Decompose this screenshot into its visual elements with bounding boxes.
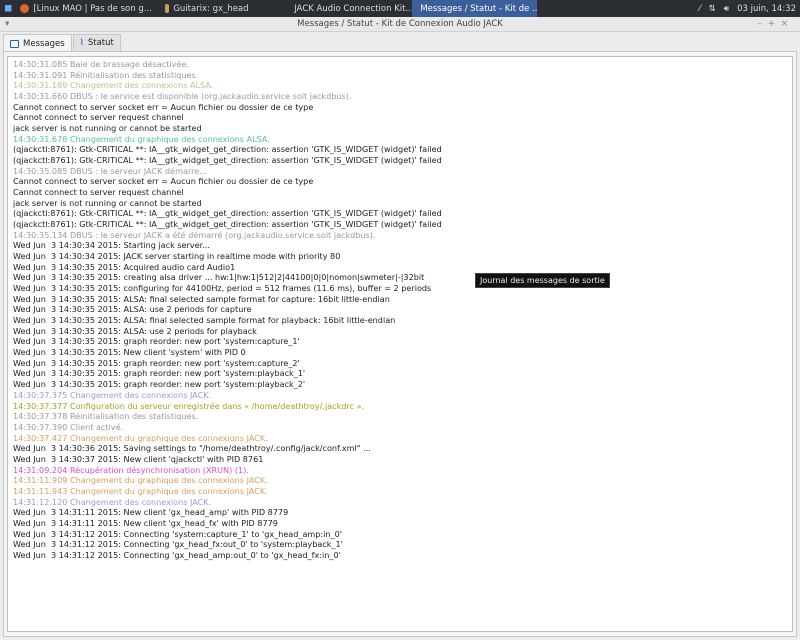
log-line: Wed Jun 3 14:30:34 2015: Starting jack s… xyxy=(13,240,210,251)
log-line: 14:30:31.189 Changement des connexions A… xyxy=(13,80,214,91)
log-line: 14:30:37.427 Changement du graphique des… xyxy=(13,432,268,443)
tab-messages[interactable]: Messages xyxy=(3,34,72,52)
waveform-icon: ⌇ xyxy=(79,38,84,48)
window-menu-icon[interactable]: ▾ xyxy=(5,17,9,32)
taskbar-item-label: Guitarix: gx_head xyxy=(173,3,249,14)
log-line: 14:30:37.375 Changement des connexions J… xyxy=(13,389,212,400)
firefox-icon xyxy=(20,4,30,13)
log-line: Cannot connect to server request channel xyxy=(13,187,184,198)
log-line: Wed Jun 3 14:30:35 2015: graph reorder: … xyxy=(13,336,300,347)
tab-bar: Messages ⌇ Statut xyxy=(3,34,122,52)
log-line: 14:30:37.378 Réinitialisation des statis… xyxy=(13,411,199,422)
jack-tray-icon[interactable]: ⁄ xyxy=(699,4,700,14)
taskbar: ◼ [Linux MAO | Pas de son g... Guitarix:… xyxy=(0,0,800,17)
messages-log[interactable]: 14:30:31.085 Baie de brassage désactivée… xyxy=(7,56,793,632)
taskbar-item-label: Messages / Statut - Kit de ... xyxy=(420,3,538,14)
log-line: 14:30:31.085 Baie de brassage désactivée… xyxy=(13,59,189,69)
taskbar-item-label: [Linux MAO | Pas de son g... xyxy=(33,3,152,14)
taskbar-item-qjackctl[interactable]: JACK Audio Connection Kit... xyxy=(286,0,412,17)
log-line: Wed Jun 3 14:31:12 2015: Connecting 'sys… xyxy=(13,528,342,539)
log-line: 14:30:31.678 Changement du graphique des… xyxy=(13,133,270,144)
log-line: Wed Jun 3 14:30:35 2015: ALSA: use 2 per… xyxy=(13,304,252,315)
log-line: Cannot connect to server request channel xyxy=(13,112,184,123)
maximize-icon[interactable]: + xyxy=(768,19,781,29)
taskbar-item-firefox[interactable]: [Linux MAO | Pas de son g... xyxy=(16,0,161,17)
log-line: Wed Jun 3 14:30:35 2015: ALSA: use 2 per… xyxy=(13,325,257,336)
log-line: 14:31:09.204 Récupération désynchronisat… xyxy=(13,464,249,475)
log-line: Wed Jun 3 14:30:34 2015: JACK server sta… xyxy=(13,251,341,262)
log-line: 14:31:11.909 Changement du graphique des… xyxy=(13,475,268,486)
log-line: (qjackctl:8761): Gtk-CRITICAL **: IA__gt… xyxy=(13,155,442,166)
log-line: Wed Jun 3 14:31:12 2015: Connecting 'gx_… xyxy=(13,539,343,550)
taskbar-item-guitarix[interactable]: Guitarix: gx_head xyxy=(161,0,281,17)
taskbar-item-label: JACK Audio Connection Kit... xyxy=(294,3,413,14)
tab-label: Messages xyxy=(23,38,65,49)
window-titlebar[interactable]: ▾ Messages / Statut - Kit de Connexion A… xyxy=(0,17,800,32)
log-line: Wed Jun 3 14:30:35 2015: ALSA: final sel… xyxy=(13,315,396,326)
log-line: (qjackctl:8761): Gtk-CRITICAL **: IA__gt… xyxy=(13,219,442,230)
tab-label: Statut xyxy=(87,38,114,48)
log-line: jack server is not running or cannot be … xyxy=(13,197,202,208)
volume-icon[interactable]: 🔊︎ xyxy=(724,4,729,14)
log-line: 14:30:31.091 Réinitialisation des statis… xyxy=(13,69,199,80)
log-line: jack server is not running or cannot be … xyxy=(13,123,202,134)
close-icon[interactable]: × xyxy=(781,19,794,29)
log-line: Cannot connect to server socket err = Au… xyxy=(13,101,314,112)
log-line: 14:30:37.377 Configuration du serveur en… xyxy=(13,400,365,411)
log-line: 14:31:11.943 Changement du graphique des… xyxy=(13,485,268,496)
log-line: Wed Jun 3 14:30:35 2015: ALSA: final sel… xyxy=(13,293,390,304)
log-line: Wed Jun 3 14:30:36 2015: Saving settings… xyxy=(13,443,371,454)
minimize-icon[interactable]: – xyxy=(758,19,768,29)
log-line: Wed Jun 3 14:30:35 2015: graph reorder: … xyxy=(13,368,306,379)
messages-tab-icon xyxy=(10,39,19,48)
log-line: 14:30:35.134 DBUS : le serveur JACK a ét… xyxy=(13,229,376,240)
tab-statut[interactable]: ⌇ Statut xyxy=(72,34,121,51)
clock[interactable]: 03 juin, 14:32 xyxy=(737,4,796,14)
log-line: Cannot connect to server socket err = Au… xyxy=(13,176,314,187)
log-line: 14:30:31.660 DBUS : le service est dispo… xyxy=(13,91,352,102)
log-line: 14:30:35.085 DBUS : le serveur JACK déma… xyxy=(13,165,207,176)
log-line: Wed Jun 3 14:31:11 2015: New client 'gx_… xyxy=(13,507,289,518)
network-icon[interactable]: ⇅ xyxy=(709,4,716,14)
log-line: Wed Jun 3 14:31:12 2015: Connecting 'gx_… xyxy=(13,549,341,560)
log-line: 14:30:37.390 Client activé. xyxy=(13,421,124,432)
log-line: Wed Jun 3 14:30:35 2015: graph reorder: … xyxy=(13,357,300,368)
log-line: (qjackctl:8761): Gtk-CRITICAL **: IA__gt… xyxy=(13,208,442,219)
log-line: (qjackctl:8761): Gtk-CRITICAL **: IA__gt… xyxy=(13,144,442,155)
taskbar-item-messages[interactable]: Messages / Statut - Kit de ... xyxy=(412,0,538,17)
system-tray: ⁄ ⇅ 🔊︎ 03 juin, 14:32 xyxy=(699,4,800,14)
log-line: Wed Jun 3 14:30:35 2015: graph reorder: … xyxy=(13,379,306,390)
window-title: Messages / Statut - Kit de Connexion Aud… xyxy=(297,19,503,29)
app-menu-button[interactable]: ◼ xyxy=(0,0,16,17)
log-line: Wed Jun 3 14:30:35 2015: Acquired audio … xyxy=(13,261,236,272)
log-line: Wed Jun 3 14:30:35 2015: configuring for… xyxy=(13,283,432,294)
log-line: Wed Jun 3 14:30:35 2015: creating alsa d… xyxy=(13,272,425,283)
log-line: Wed Jun 3 14:31:11 2015: New client 'gx_… xyxy=(13,517,278,528)
log-line: Wed Jun 3 14:30:35 2015: New client 'sys… xyxy=(13,347,246,358)
messages-pane: 14:30:31.085 Baie de brassage désactivée… xyxy=(3,51,797,637)
log-line: 14:31:12.120 Changement des connexions J… xyxy=(13,496,212,507)
menu-icon: ◼ xyxy=(4,3,13,14)
log-line: Wed Jun 3 14:30:37 2015: New client 'qja… xyxy=(13,453,264,464)
guitar-icon xyxy=(165,4,170,13)
tooltip: Journal des messages de sortie xyxy=(475,273,610,288)
window-controls: –+× xyxy=(758,17,795,32)
